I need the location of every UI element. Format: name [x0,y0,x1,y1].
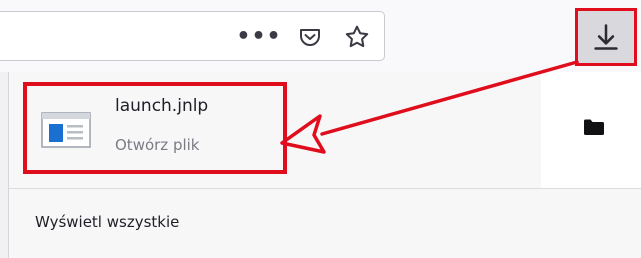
annotation-highlight-box [23,82,287,174]
bookmark-star-icon [345,25,369,48]
pocket-button[interactable] [295,22,325,52]
show-in-folder-area[interactable] [541,72,641,188]
downloads-panel: launch.jnlp Otwórz plik Wyświetl wszystk… [8,72,641,258]
more-actions-icon: ••• [236,24,282,49]
show-all-downloads-button[interactable]: Wyświetl wszystkie [9,189,641,258]
downloads-button[interactable] [575,8,637,66]
pocket-icon [300,29,320,46]
download-icon [594,24,618,50]
browser-toolbar: ••• [0,0,641,72]
download-item[interactable]: launch.jnlp Otwórz plik [9,72,541,188]
show-all-label: Wyświetl wszystkie [35,213,180,231]
url-bar[interactable]: ••• [0,11,385,61]
bookmark-star-button[interactable] [342,22,372,52]
folder-icon [584,119,604,135]
more-actions-button[interactable]: ••• [236,22,280,52]
open-folder-button[interactable] [579,112,609,142]
